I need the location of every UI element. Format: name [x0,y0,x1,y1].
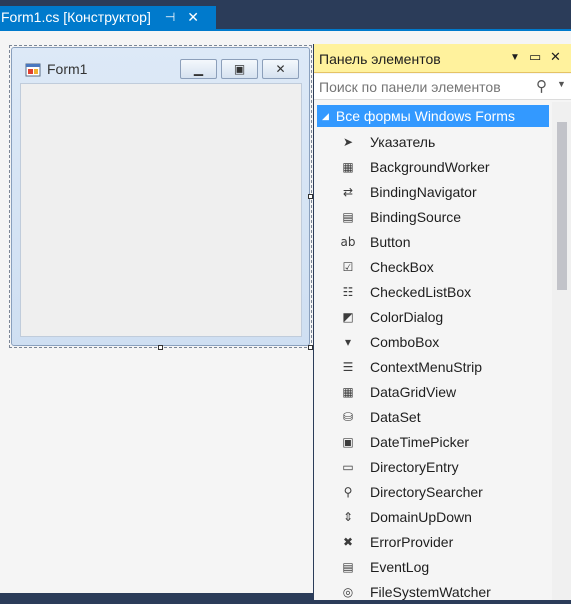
datagridview-icon: ▦ [342,384,354,399]
toolbox-item-label: DataSet [370,408,421,425]
close-icon: ✕ [275,62,286,76]
toolbox-item-label: FileSystemWatcher [370,583,491,600]
toolbox-item-label: ColorDialog [370,308,444,325]
toolbox-group-header[interactable]: ◢ Все формы Windows Forms [317,105,549,127]
toolbox-item[interactable]: ⛁ DataSet [314,404,552,429]
toolbox-item-label: DomainUpDown [370,508,472,525]
minimize-icon: ▁ [193,62,204,76]
toolbox-item-label: ErrorProvider [370,533,454,550]
filesystemwatcher-icon: ◎ [342,584,354,599]
document-tab[interactable]: Form1.cs [Конструктор] ⊣ ✕ [0,6,216,29]
toolbox-item[interactable]: ab Button [314,229,552,254]
datetimepicker-icon: ▣ [342,434,354,449]
toolbox-item[interactable]: ☷ CheckedListBox [314,279,552,304]
minimize-button[interactable]: ▁ [180,59,217,79]
directorysearcher-icon: ⚲ [343,484,353,499]
domainupdown-icon: ⇕ [342,509,354,524]
scrollbar-thumb[interactable] [557,122,567,290]
resize-grip-bottom[interactable] [158,345,163,350]
errorprovider-icon: ✖ [342,534,354,549]
toolbox-item[interactable]: ⇄ BindingNavigator [314,179,552,204]
toolbox-item-label: BindingNavigator [370,183,477,200]
dataset-icon: ⛁ [342,409,354,424]
button-icon: ab [340,234,356,249]
close-icon[interactable]: ✕ [187,6,199,29]
backgroundworker-icon: ▦ [342,159,354,174]
toolbox-item[interactable]: ☑ CheckBox [314,254,552,279]
toolbox-item-label: ComboBox [370,333,440,350]
toolbox-item-label: DirectorySearcher [370,483,483,500]
pin-icon[interactable]: ⊣ [165,6,175,29]
toolbox-title: Панель элементов [319,51,441,67]
toolbox-item[interactable]: ▦ DataGridView [314,379,552,404]
close-icon[interactable]: ✕ [550,49,561,65]
toolbox-item-label: Button [370,233,411,250]
bindingsource-icon: ▤ [342,209,354,224]
toolbox-item[interactable]: ⚲ DirectorySearcher [314,479,552,504]
toolbox-item[interactable]: ▦ BackgroundWorker [314,154,552,179]
toolbox-panel: Панель элементов ▼ ▭ ✕ ⚲ ▼ ◢ Все формы W… [313,44,571,600]
contextmenustrip-icon: ☰ [342,359,354,374]
eventlog-icon: ▤ [342,559,354,574]
dropdown-arrow-icon[interactable]: ▼ [510,52,520,63]
combobox-icon: ▾ [344,334,352,349]
document-tab-title: Form1.cs [Конструктор] [1,9,151,25]
form-client-area[interactable] [20,83,302,337]
toolbox-header: Панель элементов ▼ ▭ ✕ [314,44,571,73]
toolbox-item[interactable]: ▾ ComboBox [314,329,552,354]
toolbox-item[interactable]: ▭ DirectoryEntry [314,454,552,479]
toolbox-item-label: DirectoryEntry [370,458,459,475]
directoryentry-icon: ▭ [342,459,354,474]
maximize-button[interactable]: ▣ [221,59,258,79]
toolbox-search-input[interactable] [319,77,524,97]
toolbox-item[interactable]: ➤ Указатель [314,129,552,154]
checkedlistbox-icon: ☷ [342,284,354,299]
toolbox-item[interactable]: ▤ EventLog [314,554,552,579]
toolbox-item-label: DateTimePicker [370,433,470,450]
toolbox-item[interactable]: ◎ FileSystemWatcher [314,579,552,604]
toolbox-item[interactable]: ▣ DateTimePicker [314,429,552,454]
toolbox-item-label: Указатель [370,133,436,150]
maximize-icon[interactable]: ▭ [529,49,541,65]
toolbox-item[interactable]: ◩ ColorDialog [314,304,552,329]
toolbox-item-label: CheckBox [370,258,434,275]
toolbox-item-label: BindingSource [370,208,462,225]
checkbox-icon: ☑ [342,259,354,274]
form-preview-window[interactable]: Form1 ▁ ▣ ✕ [11,47,310,346]
toolbox-search: ⚲ ▼ [314,74,571,100]
toolbox-scrollbar[interactable] [552,102,571,600]
form-app-icon [25,63,41,77]
toolbox-item-label: CheckedListBox [370,283,472,300]
collapse-triangle-icon: ◢ [322,110,329,121]
toolbox-item[interactable]: ▤ BindingSource [314,204,552,229]
form-close-button[interactable]: ✕ [262,59,299,79]
toolbox-item-label: ContextMenuStrip [370,358,483,375]
toolbox-item-list: ➤ Указатель ▦ BackgroundWorker ⇄ BindingNavig… [314,129,552,604]
bindingnavigator-icon: ⇄ [342,184,354,199]
search-icon[interactable]: ⚲ [536,77,547,95]
toolbox-item-label: BackgroundWorker [370,158,490,175]
toolbox-item[interactable]: ⇕ DomainUpDown [314,504,552,529]
maximize-icon: ▣ [233,62,246,76]
toolbox-item[interactable]: ✖ ErrorProvider [314,529,552,554]
toolbox-item-label: DataGridView [370,383,457,400]
toolbox-item[interactable]: ☰ ContextMenuStrip [314,354,552,379]
form-title: Form1 [47,61,88,77]
toolbox-group-label: Все формы Windows Forms [335,108,515,124]
colordialog-icon: ◩ [342,309,354,324]
chevron-down-icon[interactable]: ▼ [557,79,566,89]
pointer-icon: ➤ [342,134,354,149]
toolbox-item-label: EventLog [370,558,430,575]
